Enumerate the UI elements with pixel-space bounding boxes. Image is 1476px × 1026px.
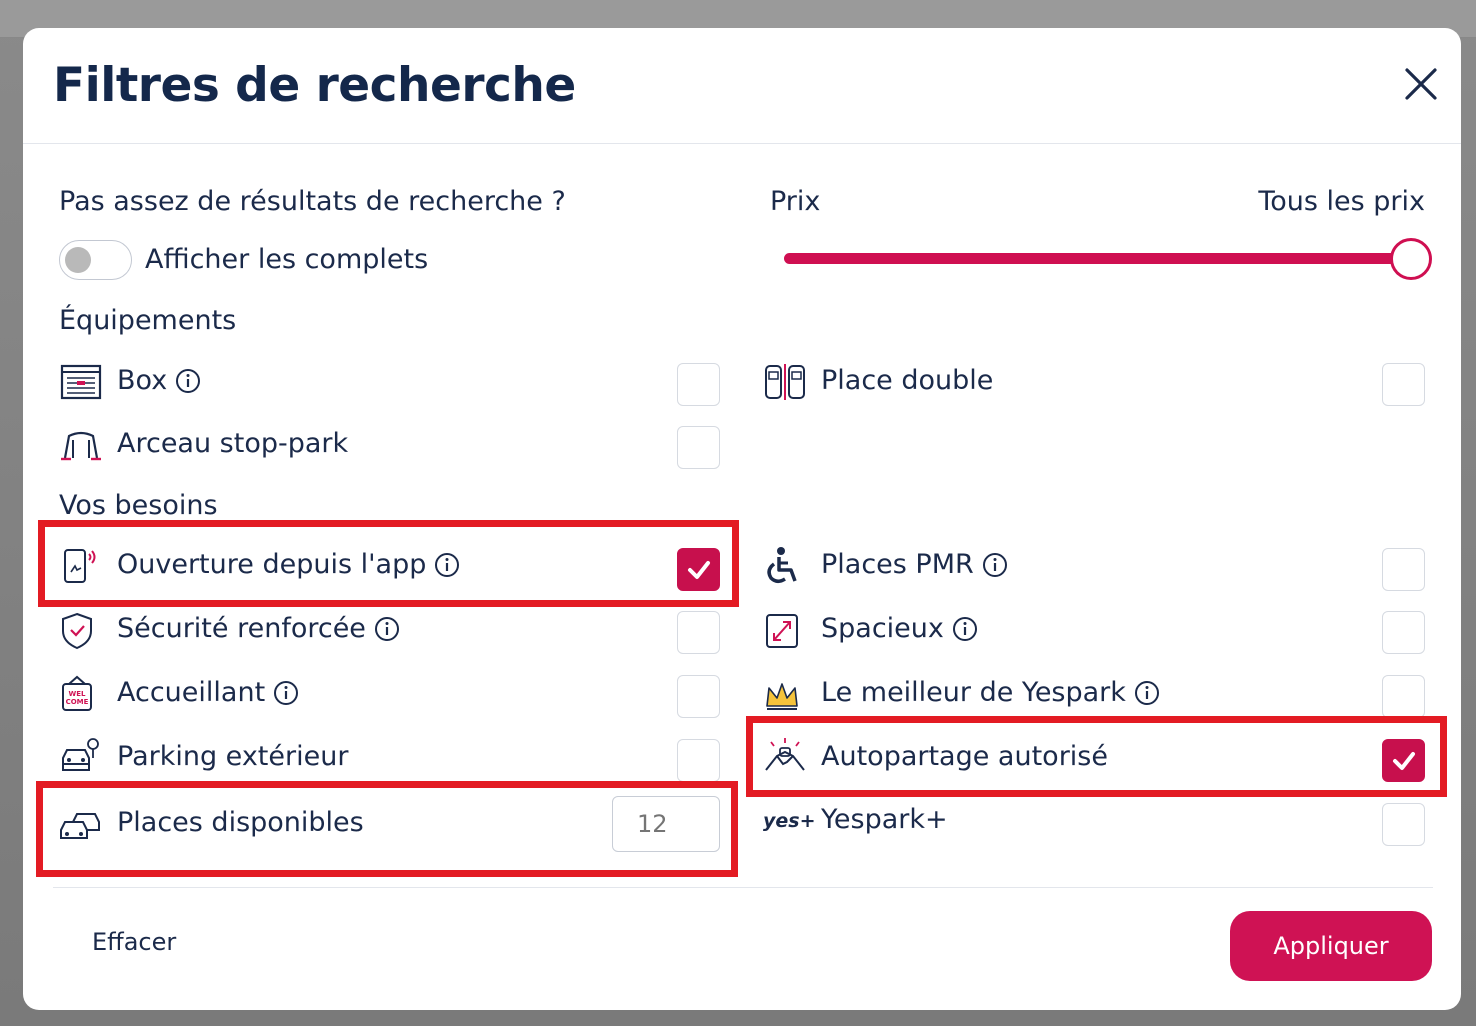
shield-icon [62,612,92,650]
filters-modal: Filtres de recherche Pas assez de résult… [23,28,1461,1010]
not-enough-heading: Pas assez de résultats de recherche ? [59,186,566,217]
price-value-label: Tous les prix [1258,186,1425,217]
crown-icon [766,683,798,710]
need-pmr-row: Places PMR [821,549,1008,580]
need-welcoming-label: Accueillant [117,677,266,708]
need-best-checkbox[interactable] [1382,675,1425,718]
needs-heading: Vos besoins [59,490,218,521]
need-outdoor-checkbox[interactable] [677,739,720,782]
need-outdoor-label: Parking extérieur [117,741,349,772]
phone-open-icon [64,549,96,583]
equip-arceau-label: Arceau stop-park [117,428,349,459]
equip-arceau-checkbox[interactable] [677,426,720,469]
checkmark-icon [1393,752,1415,770]
equip-box-row: Box [117,365,201,396]
need-welcoming-checkbox[interactable] [677,675,720,718]
need-security-row: Sécurité renforcée [117,613,400,644]
price-slider-track[interactable] [784,253,1410,264]
cars-icon [60,813,100,839]
need-spacious-checkbox[interactable] [1382,611,1425,654]
apply-button[interactable]: Appliquer [1230,911,1432,981]
need-security-checkbox[interactable] [677,611,720,654]
need-spacious-label: Spacieux [821,613,944,644]
welcome-sign-icon: WEL COME [62,675,92,711]
need-app-label: Ouverture depuis l'app [117,549,427,580]
show-full-label: Afficher les complets [145,244,429,275]
modal-title: Filtres de recherche [53,58,576,113]
info-icon[interactable] [175,368,201,394]
info-icon[interactable] [1134,680,1160,706]
need-carsharing-checkbox[interactable] [1382,739,1425,782]
need-best-label: Le meilleur de Yespark [821,677,1126,708]
info-icon[interactable] [374,616,400,642]
wheelchair-icon [767,547,797,583]
modal-header: Filtres de recherche [23,28,1461,144]
equip-double-row: Place double [821,365,993,396]
outdoor-car-icon [62,738,99,771]
footer-divider [53,887,1433,888]
equip-double-checkbox[interactable] [1382,363,1425,406]
need-available-row: Places disponibles [117,807,364,838]
close-icon [1405,68,1437,100]
need-yesplus-checkbox[interactable] [1382,803,1425,846]
info-icon[interactable] [273,680,299,706]
svg-text:COME: COME [66,698,89,706]
need-carsharing-label: Autopartage autorisé [821,741,1108,772]
svg-text:WEL: WEL [69,690,87,698]
garage-box-icon [60,364,102,400]
price-label: Prix [770,186,821,217]
need-carsharing-row: Autopartage autorisé [821,741,1108,772]
yes-plus-icon: yes+ [763,810,816,832]
equip-arceau-row: Arceau stop-park [117,428,348,459]
need-pmr-checkbox[interactable] [1382,548,1425,591]
available-places-input[interactable] [612,796,720,852]
expand-icon [766,614,798,648]
need-welcoming-row: Accueillant [117,677,299,708]
double-place-icon [765,364,805,400]
equip-box-checkbox[interactable] [677,363,720,406]
need-app-row: Ouverture depuis l'app [117,549,460,580]
need-security-label: Sécurité renforcée [117,613,366,644]
equip-double-label: Place double [821,365,994,396]
info-icon[interactable] [982,552,1008,578]
handshake-icon [765,738,805,771]
equip-box-label: Box [117,365,168,396]
need-spacious-row: Spacieux [821,613,978,644]
info-icon[interactable] [952,616,978,642]
close-button[interactable] [1401,64,1441,104]
price-slider-thumb[interactable] [1390,238,1432,280]
show-full-toggle[interactable] [59,240,132,280]
need-yesplus-row: Yespark+ [821,804,948,835]
need-best-row: Le meilleur de Yespark [821,677,1160,708]
need-yesplus-label: Yespark+ [821,804,948,835]
toggle-knob [65,247,91,273]
need-available-label: Places disponibles [117,807,364,838]
clear-button[interactable]: Effacer [92,928,176,956]
need-outdoor-row: Parking extérieur [117,741,348,772]
parking-barrier-icon [61,431,101,461]
equipments-heading: Équipements [59,305,237,336]
need-pmr-label: Places PMR [821,549,974,580]
need-app-checkbox[interactable] [677,548,720,591]
checkmark-icon [688,561,710,579]
info-icon[interactable] [434,552,460,578]
